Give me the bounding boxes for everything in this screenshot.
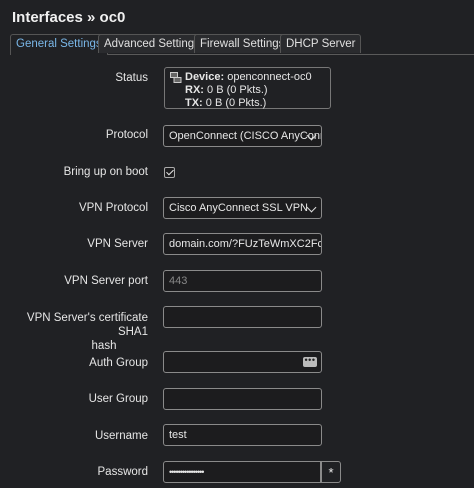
rx-value: 0 B (0 Pkts.): [207, 84, 268, 96]
cert-label: VPN Server's certificate SHA1 hash: [0, 311, 148, 353]
boot-label: Bring up on boot: [63, 166, 148, 178]
vpn-protocol-select[interactable]: Cisco AnyConnect SSL VPN: [163, 197, 322, 219]
vpn-port-input[interactable]: 443: [163, 270, 322, 292]
user-group-input[interactable]: [163, 388, 322, 410]
tab-advanced-settings[interactable]: Advanced Settings: [98, 34, 206, 53]
vpn-port-placeholder: 443: [169, 275, 188, 287]
chevron-down-icon: [306, 202, 317, 213]
vpn-port-label: VPN Server port: [64, 275, 148, 287]
username-value: test: [169, 429, 187, 441]
password-label: Password: [97, 466, 149, 478]
vpn-server-label: VPN Server: [87, 238, 148, 250]
tx-value: 0 B (0 Pkts.): [205, 97, 267, 109]
username-label: Username: [94, 430, 148, 442]
tab-general-settings[interactable]: General Settings: [10, 34, 108, 55]
username-input[interactable]: test: [163, 424, 322, 446]
auth-group-label: Auth Group: [89, 357, 148, 369]
device-value: openconnect-oc0: [227, 71, 312, 83]
reveal-password-button[interactable]: *: [321, 461, 341, 483]
boot-checkbox[interactable]: [164, 167, 175, 178]
vpn-server-input[interactable]: domain.com/?FUzTeWmXC2Fc2fy: [163, 233, 322, 255]
tab-bar: General Settings Advanced Settings Firew…: [10, 34, 474, 55]
status-box: Device: openconnect-oc0 RX: 0 B (0 Pkts.…: [164, 67, 331, 109]
rx-key: RX:: [185, 84, 204, 96]
tab-dhcp-server[interactable]: DHCP Server: [280, 34, 362, 53]
vpn-protocol-label: VPN Protocol: [78, 202, 148, 214]
cert-hash-input[interactable]: [163, 306, 322, 328]
protocol-label: Protocol: [105, 129, 148, 141]
tab-firewall-settings[interactable]: Firewall Settings: [194, 34, 291, 53]
password-input[interactable]: ••••••••••••••••: [163, 461, 321, 483]
network-device-icon: [170, 72, 182, 84]
protocol-select[interactable]: OpenConnect (CISCO AnyConnect): [163, 125, 322, 147]
status-label: Status: [115, 72, 148, 84]
user-group-label: User Group: [88, 393, 148, 405]
tx-key: TX:: [185, 97, 203, 109]
asterisk-icon: *: [328, 465, 334, 480]
vpn-protocol-value: Cisco AnyConnect SSL VPN: [169, 202, 308, 214]
cert-label-line2: hash: [91, 340, 117, 352]
device-key: Device:: [185, 71, 225, 83]
more-options-icon[interactable]: •••: [303, 356, 317, 367]
auth-group-input[interactable]: •••: [163, 351, 322, 373]
cert-label-line1: VPN Server's certificate SHA1: [26, 312, 148, 338]
password-value: ••••••••••••••••: [169, 467, 204, 477]
vpn-server-value: domain.com/?FUzTeWmXC2Fc2fy: [169, 238, 322, 250]
protocol-value: OpenConnect (CISCO AnyConnect): [169, 130, 321, 142]
page-title: Interfaces » oc0: [12, 9, 126, 26]
